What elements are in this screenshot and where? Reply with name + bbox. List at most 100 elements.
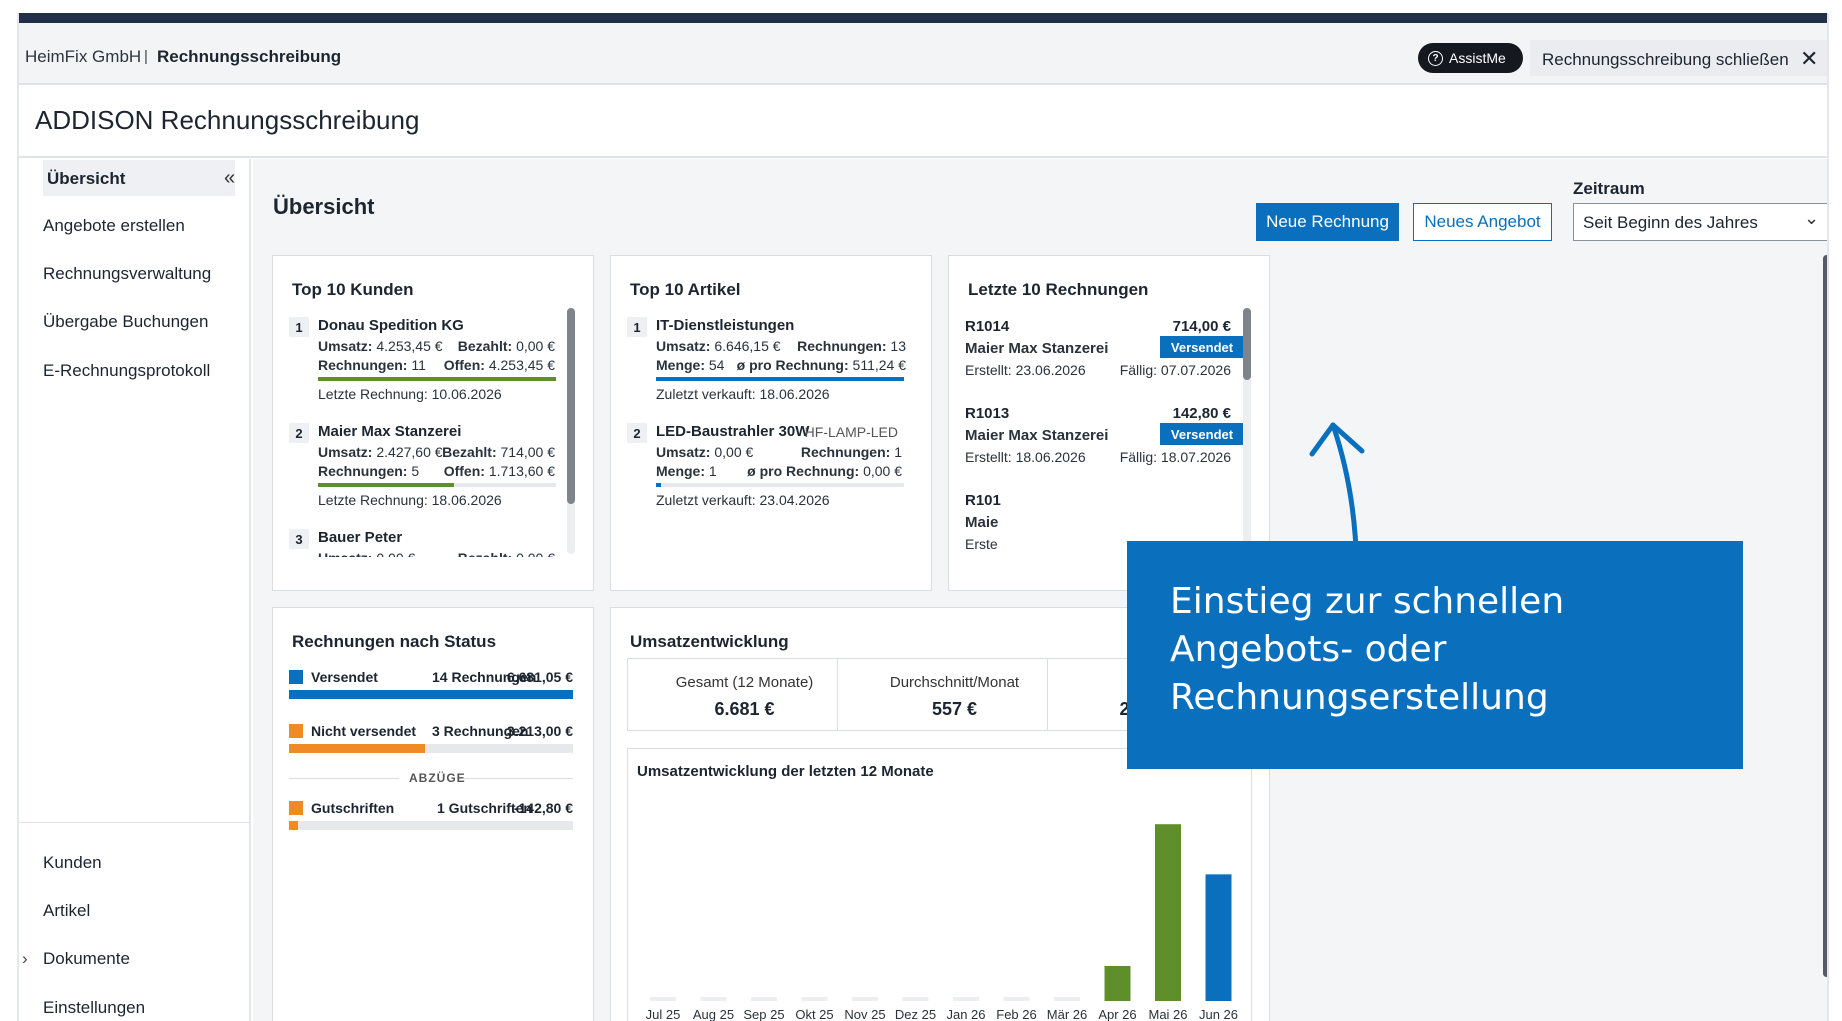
sidebar-item-uebersicht[interactable]: Übersicht <box>43 160 235 196</box>
article-progress-bar <box>656 377 904 381</box>
metric-value: 1.713,60 € <box>488 463 555 479</box>
status-label: Nicht versendet <box>311 723 417 739</box>
company-name: HeimFix GmbH <box>25 47 142 66</box>
kpi-average: Durchschnitt/Monat 557 € <box>837 658 1072 731</box>
new-offer-button[interactable]: Neues Angebot <box>1413 203 1552 241</box>
metric-row: Umsatz: 0,00 € <box>656 444 753 460</box>
sidebar-item-dokumente[interactable]: Dokumente <box>43 949 130 969</box>
rank-badge: 2 <box>289 423 309 443</box>
metric-label: Offen: <box>443 357 485 373</box>
metric-row: Umsatz: 2.427,60 € <box>318 444 443 460</box>
chart-bar-jan-26 <box>953 997 979 1001</box>
rank-badge: 1 <box>289 317 309 337</box>
metric-row: Umsatz: 6.646,15 € <box>656 338 781 354</box>
metric-row: Rechnungen: 5 <box>318 463 419 479</box>
metric-row: Rechnungen: 1 <box>801 444 902 460</box>
customer-name[interactable]: Donau Spedition KG <box>318 317 464 334</box>
metric-value: 6.646,15 € <box>714 338 781 354</box>
sidebar-item-einstellungen[interactable]: Einstellungen <box>43 998 145 1018</box>
close-module-button[interactable]: Rechnungsschreibung schließen ✕ <box>1530 40 1827 76</box>
customer-progress-bar <box>318 483 556 487</box>
chart-x-tick-label: Okt 25 <box>795 1007 833 1021</box>
sidebar-item-kunden[interactable]: Kunden <box>43 853 102 873</box>
main-scrollbar[interactable] <box>1823 255 1827 977</box>
metric-row: Umsatz: 4.253,45 € <box>318 338 443 354</box>
metric-row: ø pro Rechnung: 511,24 € <box>737 357 906 373</box>
last-invoice-date: Letzte Rechnung: 10.06.2026 <box>318 386 502 402</box>
metric-row: ø pro Rechnung: 0,00 € <box>747 463 902 479</box>
chart-bar-jun-26 <box>1205 874 1232 1001</box>
collapse-sidebar-icon[interactable]: « <box>224 167 248 189</box>
status-bar <box>289 744 573 753</box>
article-name[interactable]: IT-Dienstleistungen <box>656 317 794 334</box>
metric-value: 13 <box>890 338 906 354</box>
metric-value: 511,24 € <box>852 357 906 373</box>
chart-x-tick-label: Aug 25 <box>693 1007 734 1021</box>
invoice-customer: Maie <box>965 514 999 531</box>
article-sku: HF-LAMP-LED <box>804 424 898 440</box>
metric-label: Umsatz: <box>318 444 373 460</box>
metric-label: Bezahlt: <box>442 444 497 460</box>
metric-value: 0,00 € <box>516 338 555 354</box>
status-color-swatch <box>289 801 303 815</box>
chart-x-tick-label: Jul 25 <box>646 1007 681 1021</box>
new-invoice-button[interactable]: Neue Rechnung <box>1256 203 1399 241</box>
metric-label: Umsatz: <box>656 338 711 354</box>
assistme-button[interactable]: ? AssistMe <box>1418 43 1523 73</box>
chart-bar-jul-25 <box>650 997 676 1001</box>
invoice-number[interactable]: R1013 <box>965 405 1009 422</box>
chevron-right-icon[interactable]: › <box>22 949 28 969</box>
metric-row: Menge: 1 <box>656 463 717 479</box>
invoice-number[interactable]: R101 <box>965 492 1001 509</box>
metric-row: Menge: 54 <box>656 357 724 373</box>
metric-value: 5 <box>411 463 420 479</box>
invoice-number[interactable]: R1014 <box>965 318 1009 335</box>
invoice-customer: Maier Max Stanzerei <box>965 427 1109 444</box>
card-title: Rechnungen nach Status <box>292 632 497 651</box>
page-title: Übersicht <box>273 194 375 219</box>
chart-bar-apr-26 <box>1104 965 1131 1001</box>
status-label: Gutschriften <box>311 800 395 816</box>
chart-bar-feb-26 <box>1003 997 1030 1001</box>
sidebar-item-angebote[interactable]: Angebote erstellen <box>43 216 185 236</box>
metric-value: 0,00 € <box>714 444 754 460</box>
status-color-swatch <box>289 670 303 684</box>
metric-label: Rechnungen: <box>800 444 891 460</box>
onboarding-callout: Einstieg zur schnellen Angebots- oder Re… <box>1127 541 1743 769</box>
chart-bar-mai-26 <box>1155 824 1181 1001</box>
customer-name[interactable]: Bauer Peter <box>318 529 402 546</box>
app-title-bar: ADDISON Rechnungsschreibung <box>19 87 1827 158</box>
metric-label: ø pro Rechnung: <box>747 463 860 479</box>
sidebar-item-artikel[interactable]: Artikel <box>43 901 90 921</box>
app-header: HeimFix GmbH | Rechnungsschreibung ? Ass… <box>19 23 1827 85</box>
card-scrollbar[interactable] <box>1243 308 1251 380</box>
metric-label: Rechnungen: <box>318 357 408 373</box>
metric-row: Offen: 1.713,60 € <box>444 463 555 479</box>
customer-name[interactable]: Maier Max Stanzerei <box>318 423 461 440</box>
period-select[interactable]: Seit Beginn des Jahres ⌄ <box>1573 203 1827 241</box>
chart-bar-sep-25 <box>751 997 777 1001</box>
chart-x-tick-label: Dez 25 <box>895 1007 936 1021</box>
chart-bar-aug-25 <box>700 997 727 1001</box>
article-name[interactable]: LED-Baustrahler 30W <box>656 423 809 440</box>
divider <box>463 778 573 779</box>
callout-line: Rechnungserstellung <box>1170 677 1549 718</box>
top-articles-card: Top 10 Artikel 1 IT-Dienstleistungen Ums… <box>610 255 932 591</box>
kpi-value: 6.681 € <box>714 699 775 719</box>
metric-label: Menge: <box>656 357 705 373</box>
sidebar-item-e-rechnungsprotokoll[interactable]: E-Rechnungsprotokoll <box>43 361 210 381</box>
last-invoice-date: Letzte Rechnung: 18.06.2026 <box>318 492 502 508</box>
metric-value: 1 <box>894 444 902 460</box>
metric-value: 54 <box>708 357 725 373</box>
card-fade <box>273 557 593 590</box>
metric-label: Rechnungen: <box>318 463 408 479</box>
sidebar-item-rechnungsverwaltung[interactable]: Rechnungsverwaltung <box>43 264 211 284</box>
status-amount: 3.213,00 € <box>506 723 573 739</box>
status-bar <box>289 821 573 830</box>
period-label: Zeitraum <box>1573 179 1645 198</box>
card-scrollbar[interactable] <box>567 308 575 504</box>
kpi-total: Gesamt (12 Monate) 6.681 € <box>627 658 862 731</box>
sidebar-item-uebergabe-buchungen[interactable]: Übergabe Buchungen <box>43 312 208 332</box>
header-separator: | <box>144 48 148 65</box>
close-module-label: Rechnungsschreibung schließen <box>1542 50 1789 69</box>
